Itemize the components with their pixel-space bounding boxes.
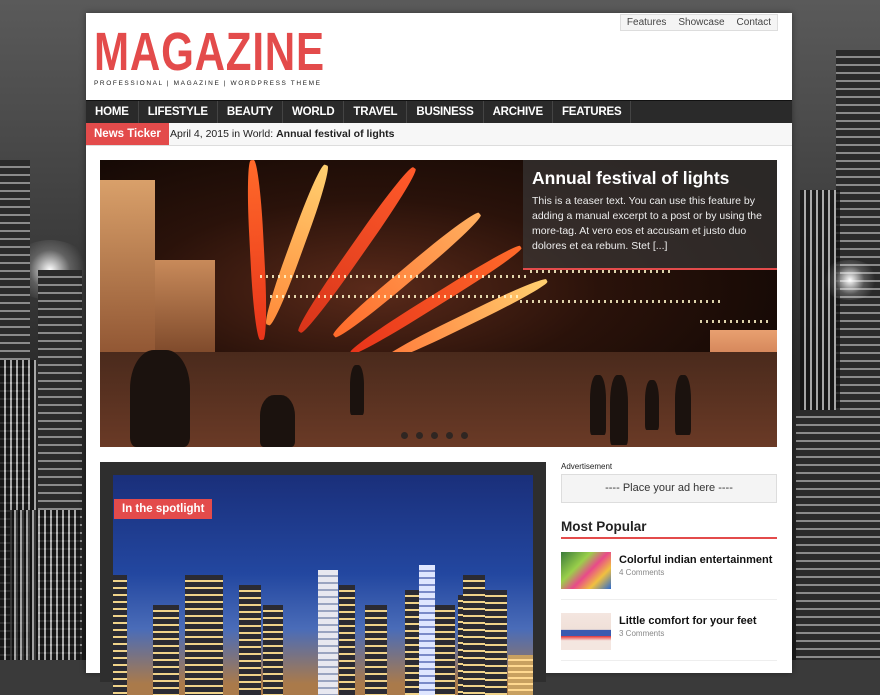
- most-popular-heading: Most Popular: [561, 519, 777, 539]
- slide-title[interactable]: Annual festival of lights: [532, 168, 777, 189]
- nav-lifestyle[interactable]: LIFESTYLE: [139, 101, 218, 123]
- news-ticker: News Ticker April 4, 2015 in World: Annu…: [86, 123, 792, 146]
- top-nav-features[interactable]: Features: [621, 15, 672, 30]
- news-ticker-item[interactable]: April 4, 2015 in World: Annual festival …: [170, 123, 395, 145]
- top-nav-showcase[interactable]: Showcase: [672, 15, 730, 30]
- popular-title[interactable]: Little comfort for your feet: [619, 615, 757, 627]
- featured-slider[interactable]: Annual festival of lights This is a teas…: [100, 160, 777, 447]
- nav-features[interactable]: FEATURES: [553, 101, 632, 123]
- ad-placeholder[interactable]: ---- Place your ad here ----: [561, 474, 777, 503]
- nav-travel[interactable]: TRAVEL: [344, 101, 408, 123]
- spotlight-section: In the spotlight: [100, 462, 546, 695]
- slide-caption: Annual festival of lights This is a teas…: [523, 160, 777, 270]
- popular-item[interactable]: Little comfort for your feet 3 Comments: [561, 613, 777, 661]
- slider-dot[interactable]: [431, 432, 438, 439]
- popular-comments[interactable]: 4 Comments: [619, 568, 772, 577]
- slider-dot[interactable]: [446, 432, 453, 439]
- top-navigation: Features Showcase Contact: [619, 14, 778, 31]
- page-container: Features Showcase Contact MAGAZINE PROFE…: [86, 13, 792, 695]
- main-navigation: HOME LIFESTYLE BEAUTY WORLD TRAVEL BUSIN…: [86, 100, 792, 123]
- sidebar: Advertisement ---- Place your ad here --…: [561, 462, 777, 661]
- slide-excerpt: This is a teaser text. You can use this …: [532, 195, 762, 252]
- top-nav-contact[interactable]: Contact: [731, 15, 777, 30]
- site-title[interactable]: MAGAZINE: [94, 25, 325, 79]
- nav-home[interactable]: HOME: [86, 101, 139, 123]
- ticker-category: World:: [243, 128, 274, 140]
- nav-archive[interactable]: ARCHIVE: [484, 101, 553, 123]
- ticker-date: April 4, 2015: [170, 128, 229, 140]
- slider-dot[interactable]: [461, 432, 468, 439]
- ticker-in: in: [231, 128, 241, 140]
- popular-thumbnail[interactable]: [561, 552, 611, 589]
- slider-pagination: [401, 432, 468, 439]
- nav-beauty[interactable]: BEAUTY: [218, 101, 283, 123]
- slider-dot[interactable]: [416, 432, 423, 439]
- slider-dot[interactable]: [401, 432, 408, 439]
- popular-comments[interactable]: 3 Comments: [619, 629, 757, 638]
- news-ticker-label: News Ticker: [86, 123, 169, 145]
- nav-business[interactable]: BUSINESS: [407, 101, 484, 123]
- ad-label: Advertisement: [561, 462, 613, 471]
- popular-item[interactable]: Colorful indian entertainment 4 Comments: [561, 552, 777, 600]
- popular-title[interactable]: Colorful indian entertainment: [619, 554, 772, 566]
- site-logo[interactable]: MAGAZINE PROFESSIONAL | MAGAZINE | WORDP…: [94, 25, 390, 87]
- spotlight-label[interactable]: In the spotlight: [114, 499, 213, 519]
- ticker-headline[interactable]: Annual festival of lights: [276, 128, 394, 140]
- nav-world[interactable]: WORLD: [283, 101, 345, 123]
- popular-thumbnail[interactable]: [561, 613, 611, 650]
